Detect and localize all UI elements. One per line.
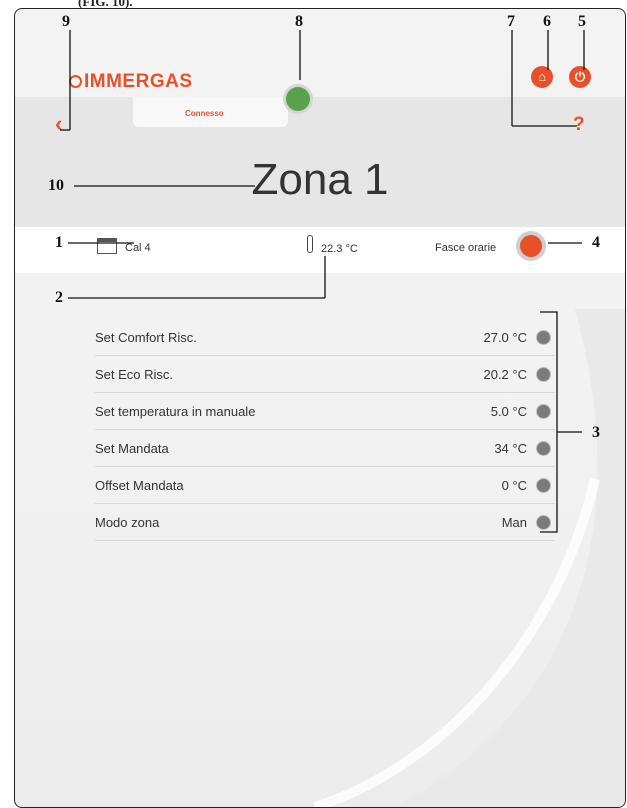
brand-logo: IMMERGAS <box>69 71 193 93</box>
calendar-label[interactable]: Cal 4 <box>125 242 151 254</box>
setting-value: 27.0 °C <box>483 330 527 345</box>
callout-4: 4 <box>592 234 600 251</box>
thermometer-icon <box>307 235 313 253</box>
adjust-icon[interactable] <box>536 404 551 419</box>
power-icon[interactable]: ⏻ <box>569 66 591 88</box>
adjust-icon[interactable] <box>536 478 551 493</box>
brand-ring-icon <box>69 75 82 88</box>
setting-label: Set Comfort Risc. <box>95 330 197 345</box>
room-temperature: 22.3 °C <box>321 243 358 255</box>
connection-status: Connesso <box>185 109 224 118</box>
callout-3: 3 <box>592 424 600 441</box>
callout-10: 10 <box>48 177 64 194</box>
home-icon[interactable]: ⌂ <box>531 66 553 88</box>
settings-list: Set Comfort Risc. 27.0 °C Set Eco Risc. … <box>95 319 555 541</box>
setting-value: 0 °C <box>501 478 527 493</box>
settings-row[interactable]: Set temperatura in manuale 5.0 °C <box>95 393 555 430</box>
callout-2: 2 <box>55 289 63 306</box>
calendar-icon[interactable] <box>97 238 117 254</box>
settings-row[interactable]: Modo zona Man <box>95 504 555 541</box>
zone-title: Zona 1 <box>251 155 389 204</box>
settings-row[interactable]: Set Mandata 34 °C <box>95 430 555 467</box>
callout-8: 8 <box>295 13 303 30</box>
time-bands-label: Fasce orarie <box>435 242 497 254</box>
brand-name: IMMERGAS <box>84 71 193 92</box>
setting-label: Set Mandata <box>95 441 169 456</box>
callout-9: 9 <box>62 13 70 30</box>
setting-value: 20.2 °C <box>483 367 527 382</box>
setting-label: Set temperatura in manuale <box>95 404 256 419</box>
back-button[interactable]: ‹ <box>55 111 62 137</box>
settings-row[interactable]: Set Eco Risc. 20.2 °C <box>95 356 555 393</box>
tablet-screen: IMMERGAS ⌂ ⏻ Connesso ‹ ? Zona 1 Cal 4 2… <box>14 8 626 808</box>
adjust-icon[interactable] <box>536 441 551 456</box>
setting-label: Offset Mandata <box>95 478 184 493</box>
adjust-icon[interactable] <box>536 515 551 530</box>
callout-5: 5 <box>578 13 586 30</box>
adjust-icon[interactable] <box>536 330 551 345</box>
callout-6: 6 <box>543 13 551 30</box>
setting-value: 5.0 °C <box>490 404 527 419</box>
callout-7: 7 <box>507 13 515 30</box>
adjust-icon[interactable] <box>536 367 551 382</box>
setting-value: 34 °C <box>494 441 527 456</box>
setting-label: Set Eco Risc. <box>95 367 174 382</box>
callout-1: 1 <box>55 234 63 251</box>
setting-label: Modo zona <box>95 515 160 530</box>
settings-row[interactable]: Set Comfort Risc. 27.0 °C <box>95 319 555 356</box>
time-bands-button[interactable] <box>516 231 546 261</box>
wifi-icon[interactable] <box>283 84 313 114</box>
help-button[interactable]: ? <box>573 114 585 136</box>
settings-row[interactable]: Offset Mandata 0 °C <box>95 467 555 504</box>
setting-value: Man <box>501 515 527 530</box>
